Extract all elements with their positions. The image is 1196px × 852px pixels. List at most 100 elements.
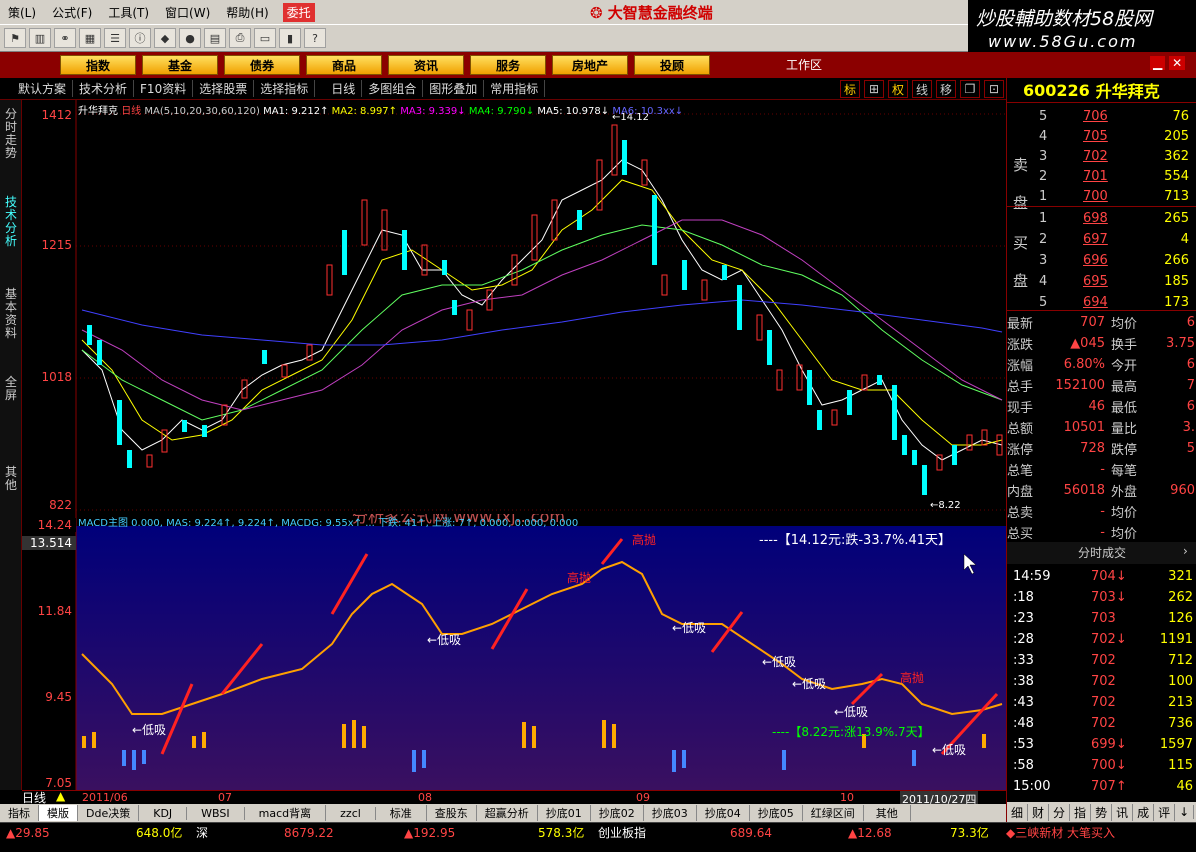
menu-window[interactable]: 窗口(W) [157,4,218,21]
book-icon[interactable]: ▤ [204,28,226,48]
binoculars-icon[interactable]: ⚭ [54,28,76,48]
tab-super-analysis[interactable]: 超赢分析 [477,805,538,821]
quote-tab[interactable]: ↓ [1175,805,1195,819]
tab-red-green[interactable]: 红绿区间 [803,805,864,821]
bid-price[interactable]: 696 [1083,250,1108,271]
menu-formula[interactable]: 公式(F) [44,4,100,21]
tab-bottom01[interactable]: 抄底01 [538,805,591,821]
ask-price[interactable]: 702 [1083,146,1108,167]
move-button[interactable]: 移 [936,80,956,98]
nav-index-button[interactable]: 指数 [60,55,136,75]
indicator-chart[interactable]: 高抛 高抛 高抛 ←低吸 ←低吸 ←低吸 ←低吸 ←低吸 ←低吸 ←低吸 ---… [22,507,1006,790]
period-dropdown[interactable]: 日线 [315,80,363,97]
tab-indicator[interactable]: 指标 [0,805,39,821]
nav-news-button[interactable]: 资讯 [388,55,464,75]
menu-trade[interactable]: 委托 [282,2,315,22]
nav-service-button[interactable]: 服务 [470,55,546,75]
kline-chart[interactable]: ←14.12 ←8.22 [22,100,1006,514]
select-indicator-button[interactable]: 选择指标 [254,80,316,97]
status-alert[interactable]: ◆三峡新材 大笔买入 [1006,824,1115,841]
tab-bottom03[interactable]: 抄底03 [644,805,697,821]
quote-tab[interactable]: 成 [1133,803,1155,821]
candle [511,254,518,286]
tab-bottom05[interactable]: 抄底05 [750,805,803,821]
nav-bond-button[interactable]: 债券 [224,55,300,75]
window-restore-button[interactable]: ❐ [960,80,980,98]
scheme-dropdown[interactable]: 默认方案 [0,80,74,97]
trade-list-title[interactable]: 分时成交 [1007,542,1196,564]
tab-macd-divergence[interactable]: macd背离 [245,805,327,821]
menu-strategy[interactable]: 策(L) [0,4,44,21]
tab-intraday[interactable]: 分时走势 [3,108,19,160]
date-tick: 08 [418,791,432,804]
multi-chart-dropdown[interactable]: 多图组合 [362,80,424,97]
menu-help[interactable]: 帮助(H) [218,4,276,21]
help-icon[interactable]: ? [304,28,326,48]
divider [1007,102,1196,103]
bars-icon[interactable]: ▮ [279,28,301,48]
right-adjust-button[interactable]: 权 [888,80,908,98]
candle [452,300,457,315]
tech-analysis-dropdown[interactable]: 技术分析 [73,80,135,97]
alert-icon[interactable]: ● [179,28,201,48]
quote-tab[interactable]: 评 [1154,803,1176,821]
macd-bar [982,734,986,748]
tab-other-indicators[interactable]: 其他 [864,805,911,821]
bid-price[interactable]: 695 [1083,271,1108,292]
workarea-label[interactable]: 工作区 [786,56,822,73]
period-selector-arrow-icon[interactable]: ▲ [56,789,65,803]
line-button[interactable]: 线 [912,80,932,98]
tab-zzcl[interactable]: zzcl [326,806,376,820]
tab-wbsi[interactable]: WBSI [187,806,245,820]
candle [817,410,822,430]
grid-icon[interactable]: ▦ [79,28,101,48]
select-stock-button[interactable]: 选择股票 [193,80,255,97]
crosshair-button[interactable]: ⊞ [864,80,884,98]
ask-price[interactable]: 705 [1083,126,1108,147]
tab-fundamental[interactable]: 基本资料 [3,288,19,340]
close-icon[interactable]: ✕ [1169,56,1186,70]
print-icon[interactable]: ⎙ [229,28,251,48]
info-icon[interactable]: ⓘ [129,28,151,48]
f10-button[interactable]: F10资料 [134,80,194,97]
nav-advisor-button[interactable]: 投顾 [634,55,710,75]
quote-tab[interactable]: 细 [1007,803,1029,821]
menu-tools[interactable]: 工具(T) [100,4,157,21]
tab-dde[interactable]: Dde决策 [78,805,140,821]
tab-bottom02[interactable]: 抄底02 [591,805,644,821]
tab-template[interactable]: 模版 [39,805,78,821]
quote-tab[interactable]: 讯 [1112,803,1134,821]
nav-commodity-button[interactable]: 商品 [306,55,382,75]
quote-tab[interactable]: 指 [1070,803,1092,821]
ask-price[interactable]: 700 [1083,186,1108,207]
indicator-bg [76,526,1006,790]
common-indicator-dropdown[interactable]: 常用指标 [484,80,546,97]
overlay-dropdown[interactable]: 图形叠加 [423,80,485,97]
bid-price[interactable]: 698 [1083,208,1108,229]
ask-price[interactable]: 706 [1083,106,1108,127]
tab-fullscreen[interactable]: 全屏 [3,376,19,402]
chart-icon[interactable]: ▥ [29,28,51,48]
tab-bottom04[interactable]: 抄底04 [697,805,750,821]
bid-price[interactable]: 697 [1083,229,1108,250]
mark-button[interactable]: 标 [840,80,860,98]
flag-icon[interactable]: ⚑ [4,28,26,48]
tab-kdj[interactable]: KDJ [139,806,188,820]
tab-standard[interactable]: 标准 [376,805,427,821]
tab-other[interactable]: 其他 [3,466,19,492]
window-box-button[interactable]: ⊡ [984,80,1004,98]
y-tick-cursor: 13.514 [22,536,76,550]
nav-fund-button[interactable]: 基金 [142,55,218,75]
minimize-icon[interactable]: ▁ [1150,56,1166,70]
quote-tab[interactable]: 财 [1028,803,1050,821]
quote-tab[interactable]: 势 [1091,803,1113,821]
tab-technical[interactable]: 技术分析 [3,196,19,248]
tab-shareholder[interactable]: 查股东 [427,805,477,821]
trade-list-arrow-icon[interactable]: › [1183,544,1188,558]
window-icon[interactable]: ▭ [254,28,276,48]
quote-tab[interactable]: 分 [1049,803,1071,821]
ask-price[interactable]: 701 [1083,166,1108,187]
list-icon[interactable]: ☰ [104,28,126,48]
diamond-icon[interactable]: ◆ [154,28,176,48]
nav-realestate-button[interactable]: 房地产 [552,55,628,75]
